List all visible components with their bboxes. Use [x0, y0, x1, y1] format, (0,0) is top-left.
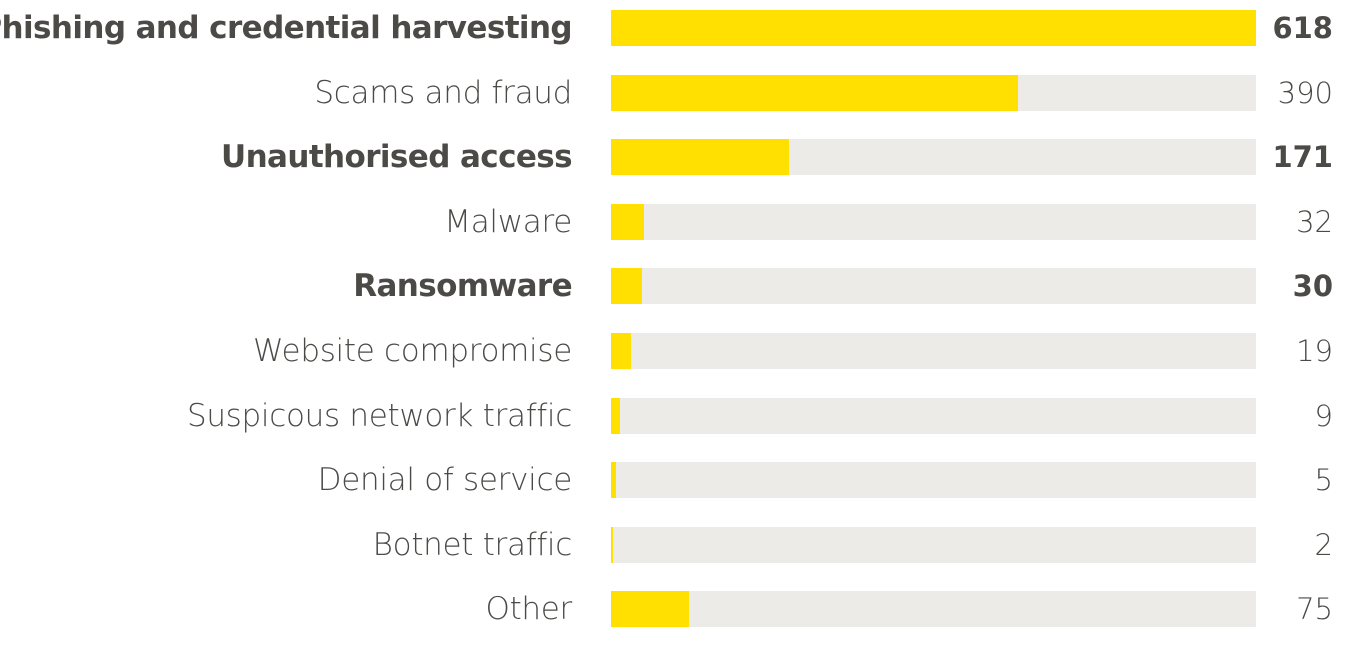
bar-track [611, 139, 1256, 176]
category-label: Unauthorised access [221, 139, 573, 176]
value-label: 5 [1314, 463, 1333, 498]
bar-row: Botnet traffic 2 [0, 526, 1345, 563]
category-label: Botnet traffic [372, 526, 573, 563]
bar-track [611, 397, 1256, 434]
bar-row: Scams and fraud 390 [0, 74, 1345, 111]
value-label: 19 [1296, 334, 1333, 368]
category-label: Denial of service [317, 462, 573, 499]
bar-track [611, 591, 1256, 628]
category-label: Scams and fraud [314, 74, 572, 111]
bar-row: Suspicous network traffic 9 [0, 397, 1345, 434]
bar-row: Denial of service 5 [0, 462, 1345, 499]
horizontal-bar-chart: Phishing and credential harvesting 618 Sca… [0, 0, 1345, 651]
category-label: Malware [444, 203, 572, 240]
bar [611, 591, 690, 628]
bar [611, 268, 643, 305]
category-label: Phishing and credential harvesting [0, 10, 573, 46]
bar [611, 74, 1019, 111]
bar [611, 10, 1256, 46]
value-label: 171 [1272, 140, 1333, 175]
bar-track [611, 74, 1256, 111]
bar-row: Other 75 [0, 591, 1345, 628]
bar-row: Unauthorised access 171 [0, 139, 1345, 176]
category-label: Other [485, 591, 572, 628]
bar-row: Website compromise 19 [0, 333, 1345, 369]
category-label: Website compromise [253, 333, 572, 369]
bar [611, 203, 645, 240]
value-label: 32 [1296, 204, 1333, 239]
bar [611, 333, 631, 369]
bar-track [611, 526, 1256, 563]
bar [611, 139, 790, 176]
bar-track [611, 333, 1256, 369]
value-label: 2 [1314, 527, 1333, 562]
bar [611, 397, 621, 434]
bar [611, 526, 614, 563]
value-label: 9 [1314, 398, 1333, 433]
value-label: 75 [1296, 592, 1333, 627]
value-label: 390 [1277, 75, 1333, 110]
value-label: 30 [1292, 269, 1333, 304]
bar-row: Malware 32 [0, 203, 1345, 240]
bar-track [611, 203, 1256, 240]
category-label: Ransomware [353, 268, 572, 305]
bar-row: Phishing and credential harvesting 618 [0, 10, 1345, 46]
bar [611, 462, 617, 499]
value-label: 618 [1272, 11, 1333, 45]
bar-track [611, 462, 1256, 499]
category-label: Suspicous network traffic [186, 397, 572, 434]
bar-track [611, 10, 1256, 46]
bar-track [611, 268, 1256, 305]
bar-row: Ransomware 30 [0, 268, 1345, 305]
